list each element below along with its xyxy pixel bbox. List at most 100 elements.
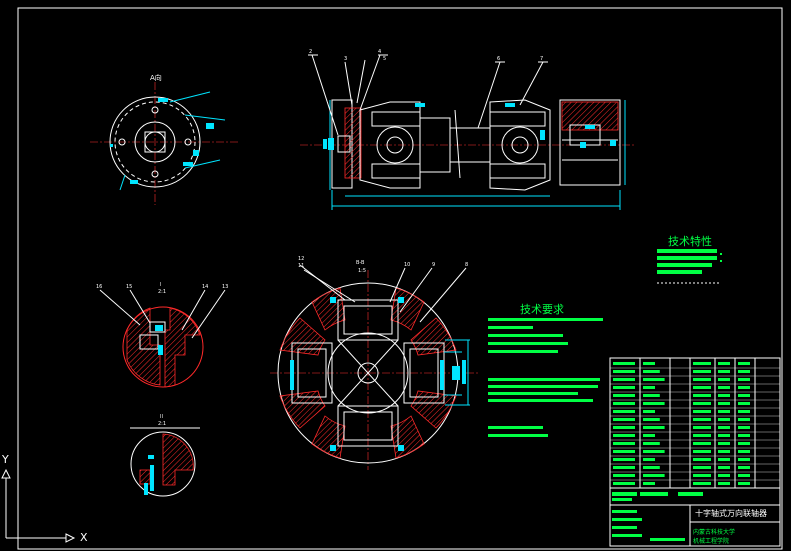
parts-row-cell (738, 370, 750, 373)
parts-row-cell (738, 402, 750, 405)
parts-row-cell (643, 450, 665, 453)
view-a-label: A向 (150, 73, 162, 82)
section-b-b: B-B 1:5 (270, 260, 480, 470)
parts-row-cell (693, 394, 711, 397)
callout-14: 14 (202, 284, 208, 290)
callout-10: 10 (404, 262, 410, 268)
callout-12: 12 (298, 256, 304, 262)
detail-ii: II 2:1 (130, 414, 200, 497)
parts-row-cell (718, 370, 730, 373)
parts-row-cell (643, 386, 655, 389)
parts-row-cell (718, 394, 730, 397)
parts-row-cell (643, 442, 660, 445)
callout-9: 9 (432, 262, 435, 268)
detail-i: I 2:1 (99, 282, 226, 388)
axis-x-label: X (80, 531, 88, 544)
parts-row-cell (738, 426, 750, 429)
parts-row-cell (738, 418, 750, 421)
parts-row-cell (693, 370, 711, 373)
parts-row-cell (613, 474, 635, 477)
parts-row-cell (693, 466, 711, 469)
parts-row-cell (738, 394, 750, 397)
callout-8: 8 (465, 262, 468, 268)
parts-row-cell (718, 362, 730, 365)
parts-row-cell (738, 450, 750, 453)
parts-row-cell (643, 466, 660, 469)
parts-row-cell (738, 434, 750, 437)
parts-row-cell (738, 386, 750, 389)
callout-13: 13 (222, 284, 228, 290)
parts-row-cell (738, 482, 750, 485)
parts-row-cell (693, 386, 711, 389)
callout-2: 2 (309, 49, 312, 55)
parts-row-cell (643, 418, 660, 421)
callout-6: 6 (497, 56, 500, 62)
parts-row-cell (738, 362, 750, 365)
parts-row-cell (613, 418, 635, 421)
parts-row-cell (613, 370, 635, 373)
parts-row-cell (718, 402, 730, 405)
parts-row-cell (613, 362, 635, 365)
detail-i-scale: 2:1 (158, 289, 166, 295)
parts-row-cell (718, 450, 730, 453)
parts-row-cell (643, 378, 665, 381)
parts-row-cell (613, 402, 635, 405)
tech-characteristics: 技术特性 (657, 234, 722, 284)
callout-4: 4 (378, 49, 381, 55)
parts-row-cell (693, 450, 711, 453)
title-block-name: 十字轴式万向联轴器 (695, 508, 767, 518)
section-b-scale: 1:5 (358, 268, 366, 274)
parts-row-cell (643, 402, 665, 405)
parts-row-cell (718, 418, 730, 421)
tech-requirements: 技术要求 (488, 303, 603, 437)
section-b-label: B-B (356, 260, 365, 266)
tech-char-title: 技术特性 (668, 234, 712, 248)
parts-row-cell (693, 442, 711, 445)
cad-canvas[interactable]: A向 2 3 4 5 6 7 B-B 1:5 12 11 10 9 8 I 2:… (0, 0, 791, 551)
parts-row-cell (693, 474, 711, 477)
parts-row-cell (693, 402, 711, 405)
parts-row-cell (718, 474, 730, 477)
callout-5: 5 (383, 56, 386, 62)
view-a: A向 (90, 73, 240, 205)
parts-row-cell (718, 434, 730, 437)
parts-row-cell (613, 426, 635, 429)
title-block-school: 内蒙古科技大学 (693, 528, 735, 536)
parts-row-cell (718, 482, 730, 485)
parts-row-cell (738, 458, 750, 461)
parts-row-cell (738, 410, 750, 413)
main-front-view (300, 54, 635, 210)
detail-i-label: I (160, 282, 161, 288)
parts-row-cell (693, 378, 711, 381)
parts-row-cell (613, 450, 635, 453)
parts-row-cell (738, 474, 750, 477)
title-block-dept: 机械工程学院 (693, 537, 729, 545)
parts-row-cell (693, 362, 711, 365)
parts-row-cell (738, 442, 750, 445)
parts-row-cell (613, 458, 635, 461)
detail-ii-label: II (160, 414, 163, 420)
parts-row-cell (613, 434, 635, 437)
callout-16: 16 (96, 284, 102, 290)
detail-ii-scale: 2:1 (158, 421, 166, 427)
parts-row-cell (693, 458, 711, 461)
parts-row-cell (718, 458, 730, 461)
callout-3: 3 (344, 56, 347, 62)
parts-row-cell (613, 378, 635, 381)
parts-row-cell (613, 394, 635, 397)
axis-y-label: Y (1, 453, 9, 466)
parts-row-cell (738, 378, 750, 381)
parts-row-cell (613, 466, 635, 469)
parts-row-cell (643, 474, 665, 477)
parts-row-cell (613, 410, 635, 413)
parts-row-cell (643, 370, 660, 373)
tech-req-title: 技术要求 (520, 303, 564, 316)
parts-row-cell (718, 378, 730, 381)
callout-15: 15 (126, 284, 132, 290)
parts-row-cell (643, 394, 660, 397)
parts-row-cell (693, 434, 711, 437)
parts-row-cell (718, 466, 730, 469)
parts-row-cell (643, 482, 655, 485)
parts-row-cell (643, 410, 655, 413)
parts-row-cell (718, 442, 730, 445)
